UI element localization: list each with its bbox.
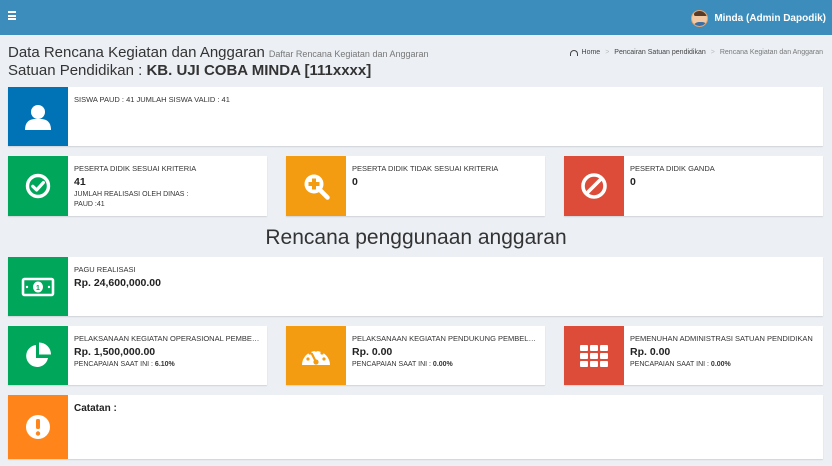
card-extra-2: PAUD :41 — [74, 201, 105, 209]
grid-icon — [580, 344, 608, 367]
svg-text:1: 1 — [36, 285, 40, 292]
card-value: 0 — [352, 176, 358, 188]
siswa-text: SISWA PAUD : 41 JUMLAH SISWA VALID : 41 — [74, 95, 230, 104]
budget-value: Rp. 0.00 — [352, 346, 393, 358]
card-pendukung-pembelajaran: PELAKSANAAN KEGIATAN PENDUKUNG PEMBELAJA… — [286, 326, 545, 385]
school-label: Satuan Pendidikan : — [8, 62, 143, 79]
card-caption: PESERTA DIDIK GANDA — [630, 164, 715, 173]
card-sesuai-kriteria: PESERTA DIDIK SESUAI KRITERIA 41 JUMLAH … — [8, 156, 267, 216]
user-name: Minda (Admin Dapodik) — [714, 12, 826, 24]
pagu-caption: PAGU REALISASI — [74, 265, 136, 274]
card-operasional-pembelajaran: PELAKSANAAN KEGIATAN OPERASIONAL PEMBELA… — [8, 326, 267, 385]
avatar — [691, 9, 709, 27]
top-navbar: Minda (Admin Dapodik) — [0, 0, 832, 35]
user-menu[interactable]: Minda (Admin Dapodik) — [691, 8, 826, 28]
catatan-box: Catatan : — [8, 395, 823, 459]
card-value: 41 — [74, 176, 86, 188]
budget-value: Rp. 1,500,000.00 — [74, 346, 156, 358]
search-plus-icon — [304, 174, 330, 200]
exclamation-circle-icon — [26, 415, 50, 439]
dashboard-icon — [569, 49, 578, 56]
breadcrumb-home[interactable]: Home — [582, 49, 601, 56]
siswa-icon-box — [8, 87, 68, 146]
page-subtitle: Daftar Rencana Kegiatan dan Anggaran — [268, 49, 429, 59]
dashboard-gauge-icon — [302, 347, 330, 365]
breadcrumb-current: Rencana Kegiatan dan Anggaran — [719, 49, 823, 56]
card-caption: PESERTA DIDIK TIDAK SESUAI KRITERIA — [352, 164, 499, 173]
user-icon — [25, 104, 51, 130]
pagu-realisasi-box: 1 PAGU REALISASI Rp. 24,600,000.00 — [8, 257, 823, 316]
section-title: Rencana penggunaan anggaran — [265, 226, 567, 249]
card-tidak-sesuai-kriteria: PESERTA DIDIK TIDAK SESUAI KRITERIA 0 — [286, 156, 545, 216]
card-value: 0 — [630, 176, 636, 188]
breadcrumb: Home > Pencairan Satuan pendidikan > Ren… — [569, 49, 823, 56]
budget-progress: PENCAPAIAN SAAT INI : 0.00% — [630, 361, 731, 368]
budget-caption: PELAKSANAAN KEGIATAN OPERASIONAL PEMBELA… — [74, 334, 261, 343]
pagu-value: Rp. 24,600,000.00 — [74, 277, 161, 289]
catatan-label: Catatan : — [74, 403, 117, 414]
money-icon: 1 — [21, 277, 55, 296]
budget-progress: PENCAPAIAN SAAT INI : 0.00% — [352, 361, 453, 368]
school-heading: Satuan Pendidikan : KB. UJI COBA MINDA [… — [8, 62, 371, 79]
budget-progress: PENCAPAIAN SAAT INI : 6.10% — [74, 361, 175, 368]
pie-chart-icon — [26, 342, 51, 367]
card-extra: JUMLAH REALISASI OLEH DINAS : — [74, 191, 189, 198]
breadcrumb-pencairan[interactable]: Pencairan Satuan pendidikan — [614, 49, 705, 56]
budget-caption: PELAKSANAAN KEGIATAN PENDUKUNG PEMBELAJA… — [352, 334, 539, 343]
ban-icon — [581, 173, 607, 199]
card-caption: PESERTA DIDIK SESUAI KRITERIA — [74, 164, 197, 173]
budget-caption: PEMENUHAN ADMINISTRASI SATUAN PENDIDIKAN — [630, 334, 813, 343]
budget-value: Rp. 0.00 — [630, 346, 671, 358]
card-administrasi-satuan: PEMENUHAN ADMINISTRASI SATUAN PENDIDIKAN… — [564, 326, 823, 385]
hamburger-icon[interactable] — [8, 11, 16, 20]
card-peserta-ganda: PESERTA DIDIK GANDA 0 — [564, 156, 823, 216]
school-name: KB. UJI COBA MINDA [111xxxx] — [146, 62, 372, 79]
check-circle-icon — [25, 173, 51, 199]
page-title: Data Rencana Kegiatan dan Anggaran Daftar… — [8, 44, 429, 61]
siswa-info-box: SISWA PAUD : 41 JUMLAH SISWA VALID : 41 — [8, 87, 823, 146]
